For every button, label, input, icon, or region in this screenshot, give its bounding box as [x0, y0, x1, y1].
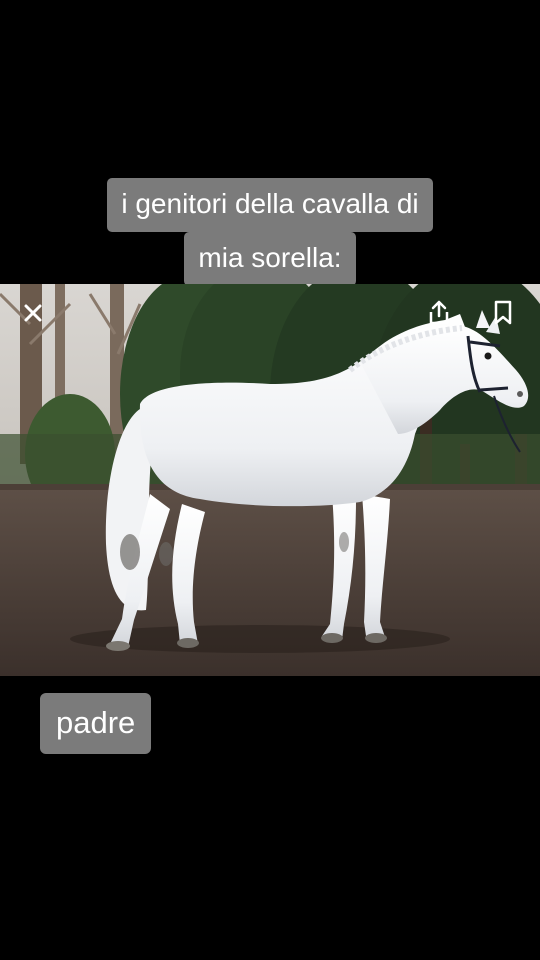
share-icon: [429, 300, 449, 325]
caption-line-1-wrap: i genitori della cavalla di: [0, 178, 540, 232]
bookmark-icon: [494, 300, 512, 325]
padre-label: padre: [40, 693, 152, 754]
caption-line-2: mia sorella:: [184, 232, 356, 286]
share-button[interactable]: [424, 298, 454, 328]
horse-photo: [0, 284, 540, 676]
caption-line-2-wrap: mia sorella:: [0, 232, 540, 286]
close-icon: [24, 304, 42, 322]
bookmark-button[interactable]: [488, 298, 518, 328]
close-button[interactable]: [18, 298, 48, 328]
horse-photo-image: [0, 284, 540, 676]
caption-line-1: i genitori della cavalla di: [107, 178, 433, 232]
